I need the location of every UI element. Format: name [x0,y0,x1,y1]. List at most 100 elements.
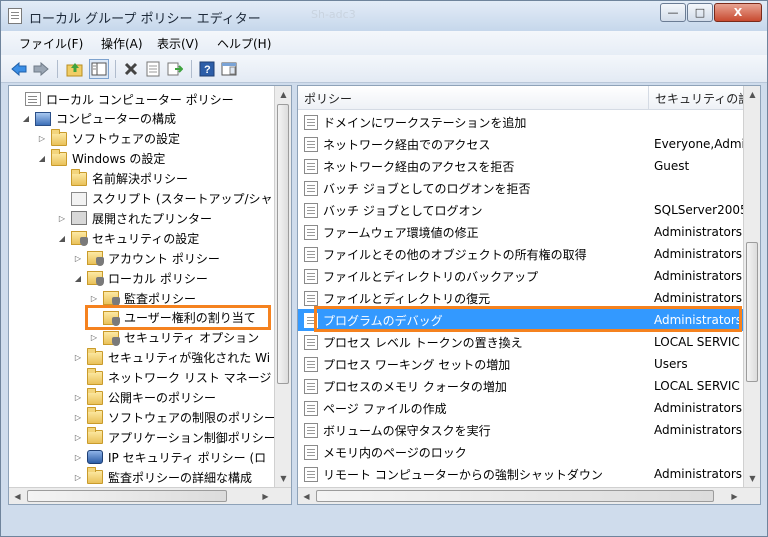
expand-toggle-icon[interactable]: ◢ [73,273,83,283]
tree-horizontal-scrollbar[interactable]: ◀ ▶ [9,487,291,504]
scroll-thumb[interactable] [277,104,289,384]
expand-toggle-icon[interactable]: ▷ [73,412,83,422]
menu-file[interactable]: ファイル(F) [19,35,83,52]
tree-item[interactable]: ◢ セキュリティの設定 [57,228,199,248]
up-folder-icon[interactable] [65,59,85,79]
expand-toggle-icon[interactable]: ▷ [73,452,83,462]
policy-row[interactable]: メモリ内のページのロック [298,441,744,463]
policy-row[interactable]: ネットワーク経由のアクセスを拒否 Guest [298,155,744,177]
policy-setting-icon [304,136,318,152]
tree-vertical-scrollbar[interactable]: ▲ ▼ [274,86,291,487]
scroll-up-arrow-icon[interactable]: ▲ [275,86,291,103]
tree-item[interactable]: ▷ アプリケーション制御ポリシー [73,427,276,447]
expand-toggle-icon[interactable]: ▷ [73,472,83,482]
tree-item-label: ローカル コンピューター ポリシー [46,92,234,107]
tree-highlight-box [85,305,271,330]
console-tree-pane[interactable]: ローカル コンピューター ポリシー ◢ コンピューターの構成 ▷ ソフトウェアの設定 ◢ W… [8,85,292,505]
policy-list-pane[interactable]: ポリシー セキュリティの設 ドメインにワークステーションを追加 ネットワーク経由で… [297,85,761,505]
expand-toggle-icon[interactable]: ◢ [21,114,31,124]
tree-item[interactable]: スクリプト (スタートアップ/シャ [57,189,273,209]
menu-action[interactable]: 操作(A) [101,35,143,52]
tree-item-label: スクリプト (スタートアップ/シャ [92,192,273,206]
expand-toggle-icon[interactable]: ◢ [57,233,67,243]
close-button[interactable]: X [714,3,762,22]
policy-row[interactable]: ネットワーク経由でのアクセス Everyone,Admi [298,133,744,155]
shield-icon [103,330,120,346]
tree-item[interactable]: ▷ セキュリティが強化された Wi [73,347,271,368]
policy-name: プロセスのメモリ クォータの増加 [323,379,507,394]
scroll-down-arrow-icon[interactable]: ▼ [744,470,760,487]
tree-item[interactable]: ◢ ローカル ポリシー [73,268,208,288]
scroll-thumb[interactable] [27,490,227,502]
list-vertical-scrollbar[interactable]: ▲ ▼ [743,86,760,487]
scroll-left-arrow-icon[interactable]: ◀ [9,488,26,504]
scroll-right-arrow-icon[interactable]: ▶ [726,488,743,504]
policy-row[interactable]: バッチ ジョブとしてログオン SQLServer2005 [298,199,744,221]
tree-item[interactable]: ▷ 公開キーのポリシー [73,387,216,408]
policy-row[interactable]: バッチ ジョブとしてのログオンを拒否 [298,177,744,199]
ipsec-icon [87,450,103,465]
menu-view[interactable]: 表示(V) [157,35,199,52]
scroll-up-arrow-icon[interactable]: ▲ [744,86,760,103]
help-icon[interactable]: ? [197,59,217,79]
scroll-left-arrow-icon[interactable]: ◀ [298,488,315,504]
tree-item-label: セキュリティが強化された Wi [108,351,271,366]
folder-icon [51,128,67,146]
folder-icon [87,407,103,425]
scroll-down-arrow-icon[interactable]: ▼ [275,470,291,487]
menu-help[interactable]: ヘルプ(H) [217,35,271,52]
tree-item[interactable]: ローカル コンピューター ポリシー [11,89,234,109]
tree-item[interactable]: ▷ ソフトウェアの制限のポリシー [73,407,276,427]
tree-item[interactable]: ▷ ソフトウェアの設定 [37,128,180,149]
tree-item[interactable]: ▷ 監査ポリシーの詳細な構成 [73,467,252,487]
security-setting-value: Administrators, [654,269,744,283]
tree-item[interactable]: ネットワーク リスト マネージ [73,367,271,388]
delete-icon[interactable] [121,59,141,79]
expand-toggle-icon[interactable]: ▷ [73,393,83,403]
policy-setting-icon [304,224,318,240]
tree-item[interactable]: ◢ コンピューターの構成 [21,109,176,129]
policy-row[interactable]: ファイルとその他のオブジェクトの所有権の取得 Administrators [298,243,744,265]
minimize-button[interactable]: — [660,3,686,22]
column-header-policy[interactable]: ポリシー [298,86,649,110]
expand-toggle-icon[interactable]: ▷ [37,134,47,144]
maximize-button[interactable]: □ [687,3,713,22]
properties-icon[interactable] [143,59,163,79]
expand-toggle-icon[interactable]: ▷ [73,432,83,442]
tree-item[interactable]: ◢ Windows の設定 [37,148,165,169]
tree-item[interactable]: 名前解決ポリシー [57,168,188,189]
title-bar[interactable]: ローカル グループ ポリシー エディター Sh-adc3 — □ X [1,1,767,31]
policy-row[interactable]: ファームウェア環境値の修正 Administrators [298,221,744,243]
expand-toggle-icon[interactable]: ▷ [73,253,83,263]
policy-row[interactable]: ドメインにワークステーションを追加 [298,111,744,133]
scroll-thumb[interactable] [746,242,758,382]
policy-row[interactable]: プロセス レベル トークンの置き換え LOCAL SERVIC [298,331,744,353]
expand-toggle-icon[interactable]: ▷ [89,293,99,303]
policy-row[interactable]: ボリュームの保守タスクを実行 Administrators [298,419,744,441]
tree-item[interactable]: ▷ IP セキュリティ ポリシー (ロ [73,447,266,467]
expand-toggle-icon[interactable]: ▷ [57,213,67,223]
back-arrow-icon[interactable] [9,59,29,79]
show-hide-tree-icon[interactable] [89,59,109,79]
expand-toggle-icon[interactable]: ▷ [89,333,99,343]
tree-item[interactable]: ▷ セキュリティ オプション [89,328,259,348]
list-horizontal-scrollbar[interactable]: ◀ ▶ [298,487,760,504]
console-pane-icon[interactable] [219,59,239,79]
tree-item[interactable]: ▷ アカウント ポリシー [73,248,220,268]
policy-row[interactable]: プロセス ワーキング セットの増加 Users [298,353,744,375]
policy-row[interactable]: ファイルとディレクトリのバックアップ Administrators, [298,265,744,287]
policy-row[interactable]: プロセスのメモリ クォータの増加 LOCAL SERVIC [298,375,744,397]
expand-toggle-icon[interactable]: ▷ [73,353,83,363]
forward-arrow-icon[interactable] [31,59,51,79]
export-list-icon[interactable] [165,59,185,79]
tree-item[interactable]: ▷ 展開されたプリンター [57,208,212,228]
expand-toggle-icon[interactable]: ◢ [37,154,47,164]
policy-row[interactable]: ページ ファイルの作成 Administrators [298,397,744,419]
policy-row[interactable]: リモート コンピューターからの強制シャットダウン Administrators [298,463,744,485]
scroll-right-arrow-icon[interactable]: ▶ [257,488,274,504]
policy-name: ファイルとディレクトリのバックアップ [323,269,539,284]
scroll-thumb[interactable] [316,490,714,502]
policy-setting-icon [304,158,318,174]
column-header-setting[interactable]: セキュリティの設 [649,86,744,110]
